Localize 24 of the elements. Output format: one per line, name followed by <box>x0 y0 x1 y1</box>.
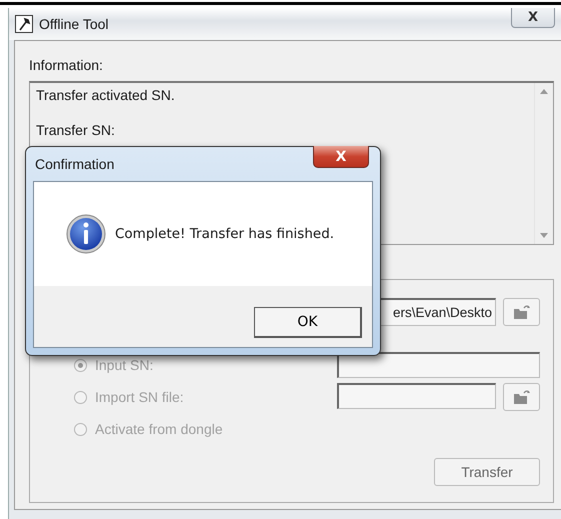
close-button[interactable]: X <box>511 8 555 28</box>
option-label: Activate from dongle <box>95 421 223 437</box>
close-button[interactable]: X <box>313 146 369 168</box>
scroll-down-icon[interactable] <box>540 233 548 238</box>
browse-button[interactable] <box>503 298 540 326</box>
ok-button[interactable]: OK <box>254 307 362 338</box>
information-line: Transfer activated SN. <box>36 87 176 103</box>
information-label: Information: <box>29 57 104 73</box>
info-icon <box>66 214 106 254</box>
folder-icon <box>512 389 530 405</box>
browse-button[interactable] <box>503 383 540 411</box>
option-label: Import SN file: <box>95 389 184 405</box>
sn-file-field[interactable] <box>337 383 496 409</box>
option-label: Input SN: <box>95 357 154 373</box>
window-title: Offline Tool <box>39 16 109 32</box>
information-line: Transfer SN: <box>36 122 116 138</box>
scroll-up-icon[interactable] <box>540 89 548 94</box>
folder-icon <box>512 304 530 320</box>
app-icon <box>15 15 33 33</box>
transfer-button[interactable]: Transfer <box>434 458 540 486</box>
sn-input-field[interactable] <box>337 352 540 378</box>
dialog-title: Confirmation <box>35 156 114 172</box>
path-text: ers\Evan\Deskto <box>392 305 492 320</box>
dialog-message: Complete! Transfer has finished. <box>115 226 334 242</box>
